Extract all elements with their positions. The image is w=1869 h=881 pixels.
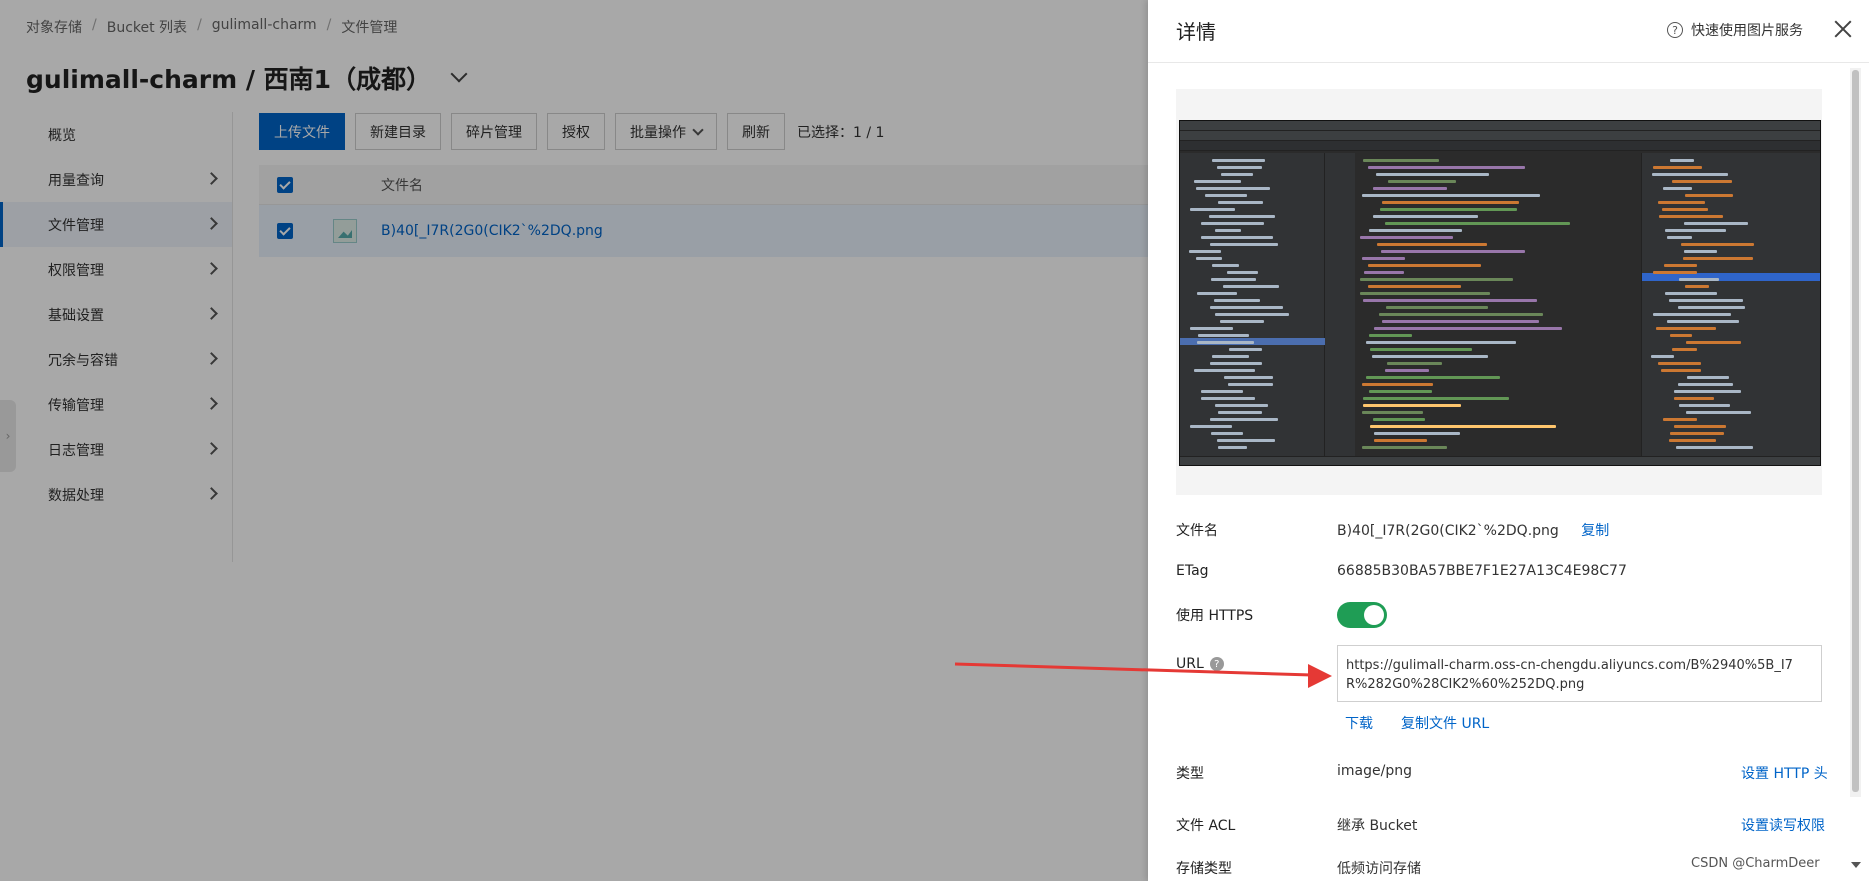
annotation-arrow (954, 662, 1332, 688)
watermark: CSDN @CharmDeer (1691, 856, 1820, 871)
arrow-head (1308, 664, 1332, 688)
arrow-shaft (954, 662, 1313, 677)
